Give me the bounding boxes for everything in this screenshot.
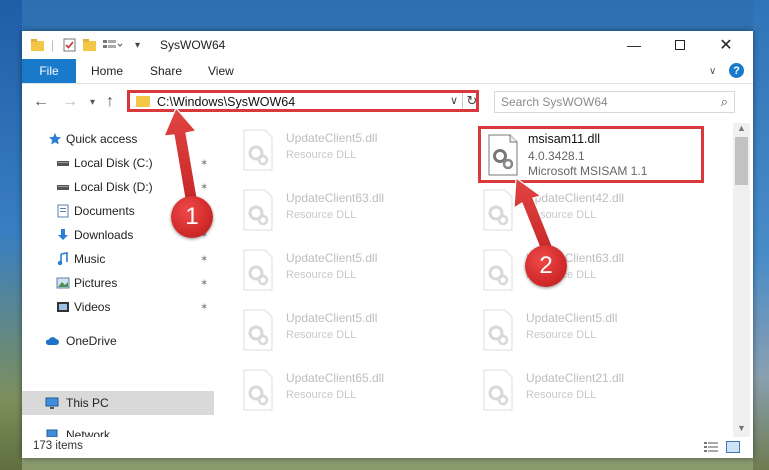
callout-arrows [163,106,556,259]
callout-badge-one: 1 [171,196,213,238]
arrow-one [163,106,199,206]
callout-badge-two: 2 [525,245,567,287]
